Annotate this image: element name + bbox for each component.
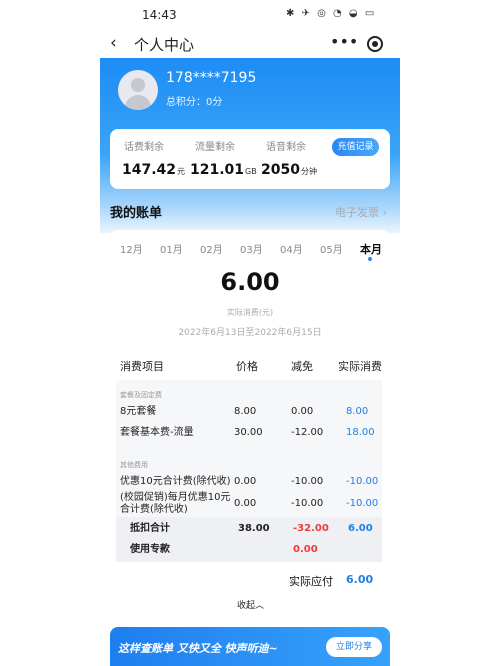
row-item: 8元套餐 — [120, 406, 157, 417]
personal-center-page: 14:43 ✱ ✈ ◎ ◔ ◒ ▭ ‹ 个人中心 ••• 178****7195… — [0, 0, 500, 666]
balance-voice-number: 2050 — [261, 162, 300, 178]
balance-label-voice: 语音剩余 — [266, 142, 306, 153]
deduction-actual: 6.00 — [348, 523, 373, 534]
row-actual: -10.00 — [346, 476, 379, 487]
points-info: 总积分：0分 — [166, 93, 222, 108]
header-price: 价格 — [236, 360, 258, 373]
deduction-discount: -32.00 — [293, 523, 329, 534]
row-item: 优惠10元合计费(除代收) — [120, 476, 231, 487]
bill-card: 12月 01月 02月 03月 04月 05月 本月 6.00 实际消费(元) … — [110, 230, 390, 630]
row-item: 套餐基本费-流量 — [120, 427, 194, 438]
einvoice-label: 电子发票 — [335, 206, 379, 219]
status-bar: 14:43 ✱ ✈ ◎ ◔ ◒ ▭ — [0, 0, 500, 30]
balance-card: 话费剩余 147.42元 流量剩余 121.01GB 语音剩余 2050分钟 充… — [110, 129, 390, 189]
special-fund-label: 使用专款 — [130, 544, 170, 555]
active-month-indicator — [368, 257, 372, 261]
balance-data-number: 121.01 — [190, 162, 245, 178]
target-icon[interactable] — [367, 36, 383, 52]
points-value: 0分 — [206, 97, 223, 108]
promo-text: 这样查账单 又快又全 快声听迪~ — [118, 642, 278, 655]
status-time: 14:43 — [142, 8, 177, 22]
row-actual: 18.00 — [346, 427, 375, 438]
header-discount: 减免 — [291, 360, 313, 373]
recharge-record-button[interactable]: 充值记录 — [332, 138, 379, 156]
deduction-label: 抵扣合计 — [130, 523, 170, 534]
avatar[interactable] — [118, 70, 158, 110]
row-price: 0.00 — [234, 498, 257, 509]
page-title: 个人中心 — [134, 36, 195, 54]
actual-due-value: 6.00 — [346, 573, 374, 586]
points-label: 总积分： — [166, 97, 206, 108]
row-item: (校园促销)每月优惠10元合计费(除代收) — [120, 492, 231, 515]
row-discount: 0.00 — [291, 406, 314, 417]
tab-month-05[interactable]: 05月 — [320, 241, 343, 256]
row-price: 30.00 — [234, 427, 263, 438]
chevron-up-icon: ︿ — [255, 601, 265, 611]
balance-label-fee: 话费剩余 — [124, 142, 164, 153]
share-now-button[interactable]: 立即分享 — [326, 637, 382, 657]
tab-month-04[interactable]: 04月 — [280, 241, 303, 256]
row-actual: -10.00 — [346, 498, 379, 509]
special-fund-discount: 0.00 — [293, 544, 318, 555]
balance-value-fee: 147.42元 — [122, 162, 185, 178]
balance-voice-unit: 分钟 — [300, 167, 317, 176]
header-item: 消费项目 — [120, 360, 164, 373]
nav-bar: ‹ 个人中心 ••• — [0, 30, 500, 58]
chevron-left-icon[interactable]: ‹ — [110, 33, 117, 53]
more-dots-icon[interactable]: ••• — [330, 32, 358, 51]
bill-period: 2022年6月13日至2022年6月15日 — [178, 328, 322, 338]
row-actual: 8.00 — [346, 406, 369, 417]
phone-number: 178****7195 — [166, 70, 257, 86]
chevron-right-icon: › — [382, 206, 387, 219]
group-label-other: 其他费用 — [120, 461, 148, 469]
bill-title: 我的账单 — [110, 206, 163, 221]
deduction-price: 38.00 — [238, 523, 270, 534]
header-actual: 实际消费 — [338, 360, 382, 373]
balance-fee-unit: 元 — [177, 167, 186, 176]
balance-label-data: 流量剩余 — [195, 142, 235, 153]
balance-value-data: 121.01GB — [190, 162, 257, 178]
row-price: 0.00 — [234, 476, 257, 487]
bill-amount-label: 实际消费(元) — [226, 308, 274, 317]
tab-month-03[interactable]: 03月 — [240, 241, 263, 256]
row-discount: -10.00 — [291, 498, 324, 509]
row-discount: -12.00 — [291, 427, 324, 438]
einvoice-link[interactable]: 电子发票 › — [335, 204, 387, 220]
status-icons: ✱ ✈ ◎ ◔ ◒ ▭ — [286, 8, 377, 19]
tab-month-01[interactable]: 01月 — [160, 241, 183, 256]
tab-month-12[interactable]: 12月 — [120, 241, 143, 256]
group-label-package: 套餐及固定费 — [120, 391, 162, 399]
balance-data-unit: GB — [245, 167, 257, 176]
tab-month-02[interactable]: 02月 — [200, 241, 223, 256]
balance-fee-number: 147.42 — [122, 162, 177, 178]
promo-banner[interactable]: 这样查账单 又快又全 快声听迪~ 立即分享 — [110, 627, 390, 666]
row-discount: -10.00 — [291, 476, 324, 487]
row-price: 8.00 — [234, 406, 257, 417]
balance-value-voice: 2050分钟 — [261, 162, 317, 178]
collapse-button[interactable]: 收起︿ — [237, 598, 264, 611]
tab-month-current[interactable]: 本月 — [360, 241, 382, 257]
bill-amount: 6.00 — [220, 268, 280, 296]
collapse-label: 收起 — [237, 601, 256, 611]
actual-due-label: 实际应付 — [289, 575, 333, 588]
